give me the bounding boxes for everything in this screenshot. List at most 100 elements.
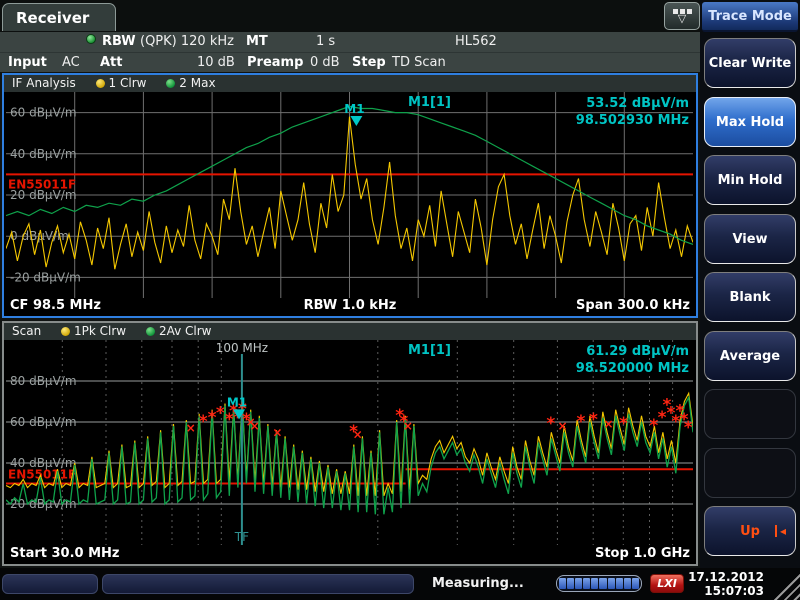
svg-text:*: *	[684, 418, 693, 438]
if-marker-level: 53.52 dBµV/m	[576, 95, 689, 112]
softkey-max-hold[interactable]: Max Hold	[704, 97, 796, 147]
chevron-down-icon: ▽	[678, 15, 686, 23]
svg-text:×: ×	[353, 427, 363, 441]
emi-receiver-screen: Receiver ▽ RBW (QPK) 120 kHz MT 1 s HL56…	[0, 0, 800, 600]
softkey-label: Up	[740, 524, 760, 539]
if-marker-name: M1[1]	[408, 95, 451, 110]
if-cf-value[interactable]: CF 98.5 MHz	[10, 298, 101, 313]
resize-grip-icon	[772, 572, 800, 600]
collapse-left-icon: ◂	[775, 525, 786, 537]
softkey-up[interactable]: Up ◂	[704, 506, 796, 556]
measurement-progress-bar	[556, 575, 642, 592]
if-marker-readout: 53.52 dBµV/m 98.502930 MHz	[576, 95, 689, 129]
softkey-label: View	[732, 232, 767, 247]
if-marker-freq: 98.502930 MHz	[576, 112, 689, 129]
scan-chart-area: 80 dBµV/m60 dBµV/m40 dBµV/m20 dBµV/mEN55…	[6, 340, 693, 545]
step-label[interactable]: Step	[352, 55, 386, 70]
mt-label[interactable]: MT	[246, 34, 268, 49]
svg-text:*: *	[546, 414, 555, 434]
softkey-label: Max Hold	[716, 115, 784, 130]
tab-receiver[interactable]: Receiver	[2, 3, 116, 31]
svg-text:×: ×	[186, 421, 196, 435]
svg-text:100 MHz: 100 MHz	[216, 341, 268, 355]
date-time: 17.12.2012 15:07:03	[688, 570, 764, 598]
if-panel-title: IF Analysis	[12, 76, 76, 90]
softkey-sidebar: Trace Mode Clear Write Max Hold Min Hold…	[700, 0, 800, 568]
trace2-dot-icon	[166, 79, 175, 88]
softkey-menu-title: Trace Mode	[702, 2, 798, 32]
status-bar: Measuring... LXI 17.12.2012 15:07:03	[0, 568, 800, 600]
softkey-empty-2[interactable]	[704, 448, 796, 498]
time-value: 15:07:03	[688, 584, 764, 598]
svg-text:EN55011F: EN55011F	[8, 177, 76, 191]
att-label[interactable]: Att	[100, 55, 123, 70]
softkey-view[interactable]: View	[704, 214, 796, 264]
settings-row-2: Input AC Att 10 dB Preamp 0 dB Step TD S…	[0, 52, 700, 72]
svg-text:×: ×	[557, 419, 567, 433]
softkey-empty-1[interactable]	[704, 389, 796, 439]
svg-text:*: *	[199, 412, 208, 432]
trace2-dot-icon	[146, 327, 155, 336]
softkey-min-hold[interactable]: Min Hold	[704, 155, 796, 205]
softkey-label: Average	[720, 349, 780, 364]
preamp-label[interactable]: Preamp	[247, 55, 303, 70]
display-menu-button[interactable]: ▽	[664, 2, 700, 30]
softkey-label: Blank	[729, 290, 770, 305]
softkey-label: Min Hold	[718, 173, 783, 188]
lxi-icon: LXI	[650, 574, 684, 593]
if-panel-header: IF Analysis 1 Clrw 2 Max	[4, 75, 696, 92]
if-rbw-value[interactable]: RBW 1.0 kHz	[304, 298, 397, 313]
if-analysis-panel[interactable]: IF Analysis 1 Clrw 2 Max 60 dBµV/m 40 dBµ…	[2, 73, 698, 318]
svg-text:-20 dBµV/m: -20 dBµV/m	[10, 270, 81, 284]
trace1-dot-icon	[61, 327, 70, 336]
status-button-2[interactable]	[102, 574, 414, 594]
att-value[interactable]: 10 dB	[197, 55, 235, 70]
softkey-blank[interactable]: Blank	[704, 272, 796, 322]
scan-panel-header: Scan 1Pk Clrw 2Av Clrw	[4, 323, 696, 340]
scan-trace1-label: 1Pk Clrw	[74, 324, 126, 338]
if-span-value[interactable]: Span 300.0 kHz	[576, 298, 690, 313]
scan-stop-value[interactable]: Stop 1.0 GHz	[595, 546, 690, 561]
svg-text:M1: M1	[344, 102, 364, 116]
if-trace2-label: 2 Max	[179, 76, 215, 90]
tab-row: Receiver ▽	[0, 0, 700, 32]
rbw-value[interactable]: (QPK) 120 kHz	[140, 34, 234, 49]
scan-marker-readout: 61.29 dBµV/m 98.520000 MHz	[576, 343, 689, 377]
rbw-label[interactable]: RBW	[102, 34, 136, 49]
transducer-value[interactable]: HL562	[455, 34, 497, 49]
step-value[interactable]: TD Scan	[392, 55, 446, 70]
svg-text:*: *	[216, 404, 225, 424]
svg-text:×: ×	[272, 425, 282, 439]
svg-text:TF: TF	[234, 530, 249, 544]
svg-text:×: ×	[403, 419, 413, 433]
softkey-average[interactable]: Average	[704, 331, 796, 381]
mt-value[interactable]: 1 s	[316, 34, 335, 49]
svg-text:40 dBµV/m: 40 dBµV/m	[10, 147, 77, 161]
svg-text:60 dBµV/m: 60 dBµV/m	[10, 415, 77, 429]
preamp-value[interactable]: 0 dB	[310, 55, 340, 70]
scan-panel[interactable]: Scan 1Pk Clrw 2Av Clrw 80 dBµV/m 60 dBµV/…	[2, 321, 698, 566]
status-button-1[interactable]	[2, 574, 98, 594]
scan-marker-freq: 98.520000 MHz	[576, 360, 689, 377]
tab-receiver-label: Receiver	[16, 9, 89, 27]
scan-panel-footer: Start 30.0 MHz Stop 1.0 GHz	[4, 546, 696, 564]
svg-text:*: *	[589, 410, 598, 430]
scan-marker-name: M1[1]	[408, 343, 451, 358]
svg-text:×: ×	[603, 417, 613, 431]
svg-text:60 dBµV/m: 60 dBµV/m	[10, 106, 77, 120]
scan-trace2-label: 2Av Clrw	[159, 324, 212, 338]
scan-start-value[interactable]: Start 30.0 MHz	[10, 546, 119, 561]
date-value: 17.12.2012	[688, 570, 764, 584]
svg-text:80 dBµV/m: 80 dBµV/m	[10, 374, 77, 388]
settings-row-1: RBW (QPK) 120 kHz MT 1 s HL562	[0, 32, 700, 52]
input-value[interactable]: AC	[62, 55, 80, 70]
input-label[interactable]: Input	[8, 55, 47, 70]
measuring-status: Measuring...	[432, 576, 524, 591]
rbw-status-led-icon	[86, 34, 96, 44]
scan-marker-level: 61.29 dBµV/m	[576, 343, 689, 360]
scan-panel-title: Scan	[12, 324, 41, 338]
trace1-dot-icon	[96, 79, 105, 88]
softkey-clear-write[interactable]: Clear Write	[704, 38, 796, 88]
if-panel-footer: CF 98.5 MHz RBW 1.0 kHz Span 300.0 kHz	[4, 298, 696, 316]
svg-text:*: *	[577, 412, 586, 432]
